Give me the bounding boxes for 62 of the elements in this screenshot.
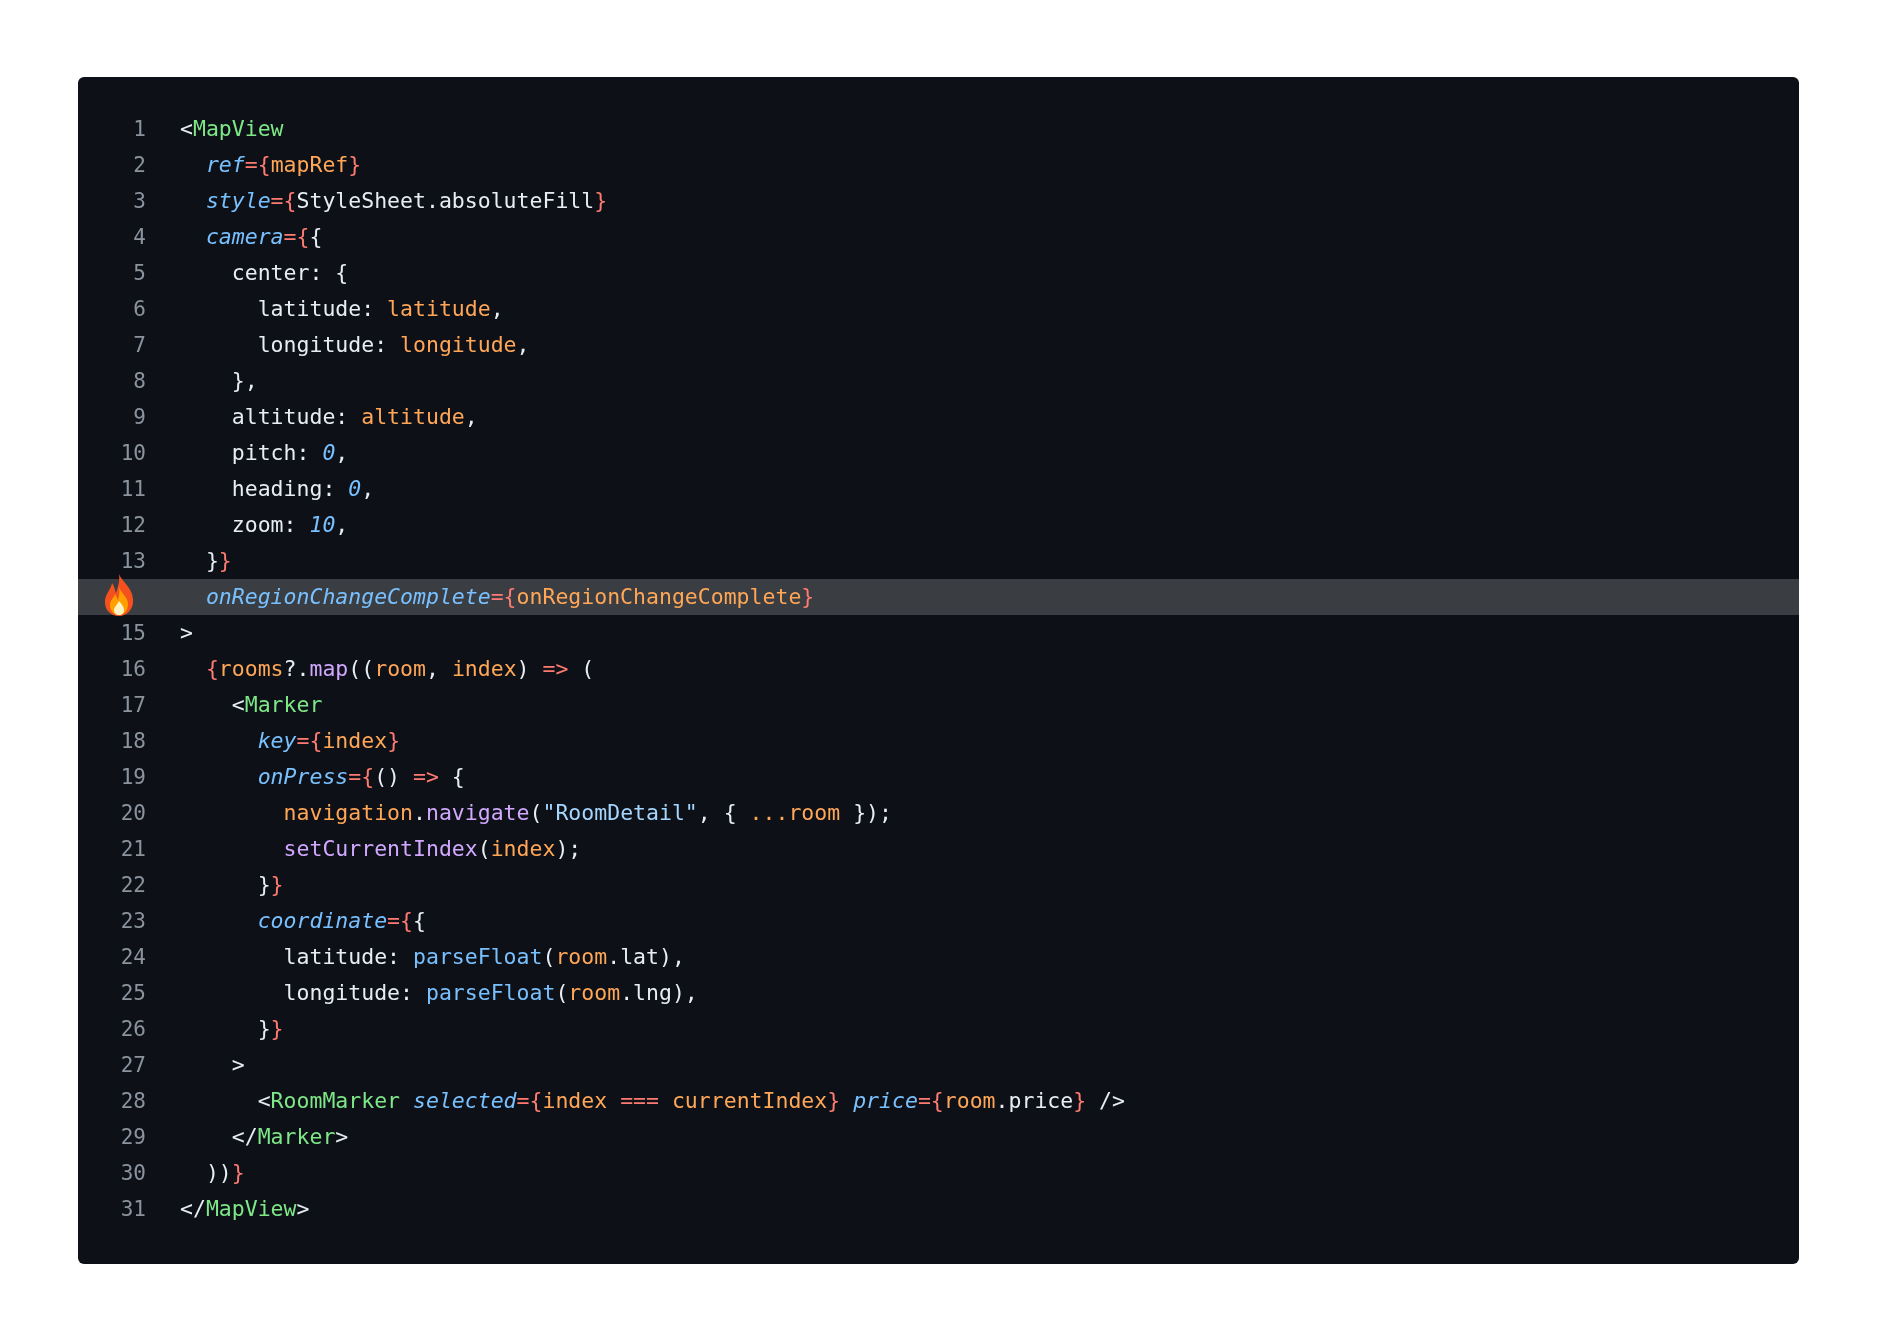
code-line: zoom: 10,: [230, 511, 349, 539]
code-line: longitude: parseFloat(room.lng),: [282, 979, 698, 1007]
code-line: }}: [256, 1015, 284, 1043]
code-line: >: [180, 619, 193, 647]
code-line: altitude: altitude,: [230, 403, 478, 431]
code-line: onRegionChangeComplete={onRegionChangeComplete}: [204, 583, 815, 611]
code-line: },: [230, 367, 258, 395]
code-line: setCurrentIndex(index);: [282, 835, 582, 863]
flame-icon: [102, 573, 136, 617]
code-line: onPress={() => {: [256, 763, 465, 791]
line-number: 20: [120, 800, 146, 827]
line-number: 6: [133, 296, 146, 323]
line-number: 4: [133, 224, 146, 251]
line-number: 3: [133, 188, 146, 215]
line-number: 15: [120, 620, 146, 647]
code-line: pitch: 0,: [230, 439, 349, 467]
code-line: coordinate={{: [256, 907, 426, 935]
code-line: center: {: [230, 259, 349, 287]
code-line: longitude: longitude,: [256, 331, 530, 359]
code-line: </MapView>: [180, 1195, 310, 1223]
line-number: 8: [133, 368, 146, 395]
line-number: 22: [120, 872, 146, 899]
code-line: ref={mapRef}: [204, 151, 362, 179]
line-number: 17: [120, 692, 146, 719]
line-number: 18: [120, 728, 146, 755]
line-number: 1: [133, 116, 146, 143]
line-number: 21: [120, 836, 146, 863]
line-number: 26: [120, 1016, 146, 1043]
code-line: latitude: parseFloat(room.lat),: [282, 943, 685, 971]
line-number: 31: [120, 1196, 146, 1223]
code-line: }}: [256, 871, 284, 899]
line-number: 19: [120, 764, 146, 791]
code-line: heading: 0,: [230, 475, 375, 503]
line-number: 11: [120, 476, 146, 503]
code-line: <MapView: [180, 115, 284, 143]
code-line: navigation.navigate("RoomDetail", { ...room });: [282, 799, 892, 827]
line-number: 24: [120, 944, 146, 971]
line-number: 16: [120, 656, 146, 683]
code-line: camera={{: [204, 223, 323, 251]
code-line: key={index}: [256, 727, 401, 755]
line-number: 12: [120, 512, 146, 539]
line-number: 30: [120, 1160, 146, 1187]
code-line: ))}: [204, 1159, 245, 1187]
code-line: style={StyleSheet.absoluteFill}: [204, 187, 608, 215]
line-number: 23: [120, 908, 146, 935]
line-number: 2: [133, 152, 146, 179]
line-number: 13: [120, 548, 146, 575]
line-number: 9: [133, 404, 146, 431]
code-line: <Marker: [230, 691, 323, 719]
line-number: 28: [120, 1088, 146, 1115]
line-number: 25: [120, 980, 146, 1007]
line-number: 27: [120, 1052, 146, 1079]
line-number: 10: [120, 440, 146, 467]
code-line: }}: [204, 547, 232, 575]
line-number: 7: [133, 332, 146, 359]
code-line: {rooms?.map((room, index) => (: [204, 655, 595, 683]
code-line: <RoomMarker selected={index === currentIndex} price={room.price} />: [256, 1087, 1125, 1115]
line-number: 5: [133, 260, 146, 287]
code-line: >: [230, 1051, 245, 1079]
code-line: </Marker>: [230, 1123, 349, 1151]
line-number: 29: [120, 1124, 146, 1151]
code-line: latitude: latitude,: [256, 295, 504, 323]
